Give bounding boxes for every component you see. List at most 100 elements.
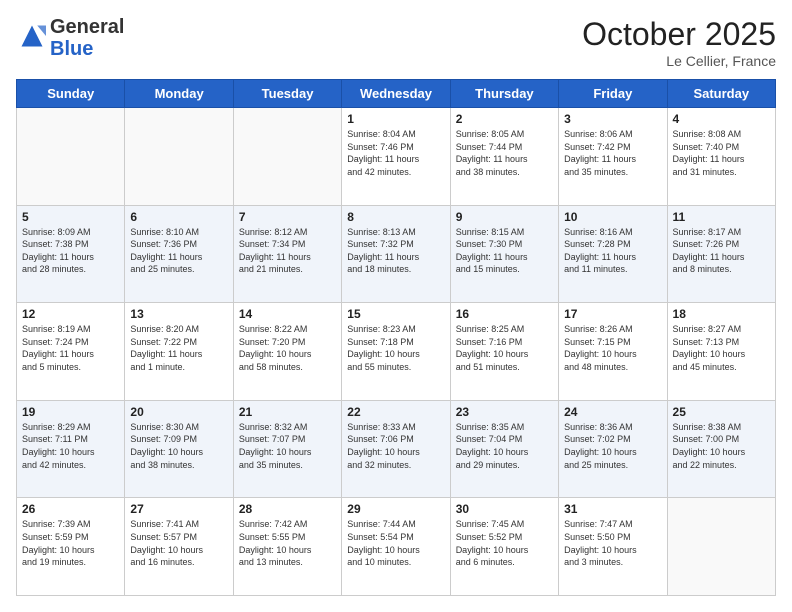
day-info: Sunrise: 7:45 AM Sunset: 5:52 PM Dayligh… (456, 518, 553, 568)
day-cell-1-4: 9 Sunrise: 8:15 AM Sunset: 7:30 PM Daylig… (450, 205, 558, 303)
day-number: 24 (564, 405, 661, 419)
day-cell-1-2: 7 Sunrise: 8:12 AM Sunset: 7:34 PM Daylig… (233, 205, 341, 303)
day-cell-3-3: 22 Sunrise: 8:33 AM Sunset: 7:06 PM Dayli… (342, 400, 450, 498)
day-info: Sunrise: 7:41 AM Sunset: 5:57 PM Dayligh… (130, 518, 227, 568)
day-number: 11 (673, 210, 770, 224)
day-cell-2-2: 14Sunrise: 8:22 AM Sunset: 7:20 PM Dayli… (233, 303, 341, 401)
day-cell-0-2 (233, 108, 341, 206)
day-number: 22 (347, 405, 444, 419)
day-cell-1-0: 5 Sunrise: 8:09 AM Sunset: 7:38 PM Daylig… (17, 205, 125, 303)
header-saturday: Saturday (667, 80, 775, 108)
day-info: Sunrise: 8:35 AM Sunset: 7:04 PM Dayligh… (456, 421, 553, 471)
day-number: 27 (130, 502, 227, 516)
day-number: 13 (130, 307, 227, 321)
day-number: 2 (456, 112, 553, 126)
month-title: October 2025 (582, 16, 776, 53)
logo: General Blue (16, 16, 124, 60)
day-info: Sunrise: 8:23 AM Sunset: 7:18 PM Dayligh… (347, 323, 444, 373)
week-row-3: 19 Sunrise: 8:29 AM Sunset: 7:11 PM Dayli… (17, 400, 776, 498)
day-info: Sunrise: 8:26 AM Sunset: 7:15 PM Dayligh… (564, 323, 661, 373)
day-number: 3 (564, 112, 661, 126)
day-info: Sunrise: 8:10 AM Sunset: 7:36 PM Dayligh… (130, 226, 227, 276)
day-number: 8 (347, 210, 444, 224)
day-number: 26 (22, 502, 119, 516)
day-info: Sunrise: 8:38 AM Sunset: 7:00 PM Dayligh… (673, 421, 770, 471)
day-cell-2-1: 13 Sunrise: 8:20 AM Sunset: 7:22 PM Dayli… (125, 303, 233, 401)
day-info: Sunrise: 7:42 AM Sunset: 5:55 PM Dayligh… (239, 518, 336, 568)
day-info: Sunrise: 8:33 AM Sunset: 7:06 PM Dayligh… (347, 421, 444, 471)
day-info: Sunrise: 8:06 AM Sunset: 7:42 PM Dayligh… (564, 128, 661, 178)
day-number: 17 (564, 307, 661, 321)
day-info: Sunrise: 8:13 AM Sunset: 7:32 PM Dayligh… (347, 226, 444, 276)
header: General Blue October 2025 Le Cellier, Fr… (16, 16, 776, 69)
day-cell-4-6 (667, 498, 775, 596)
day-cell-2-3: 15 Sunrise: 8:23 AM Sunset: 7:18 PM Dayli… (342, 303, 450, 401)
day-number: 1 (347, 112, 444, 126)
day-number: 25 (673, 405, 770, 419)
day-number: 6 (130, 210, 227, 224)
day-info: Sunrise: 7:39 AM Sunset: 5:59 PM Dayligh… (22, 518, 119, 568)
day-cell-0-6: 4 Sunrise: 8:08 AM Sunset: 7:40 PM Daylig… (667, 108, 775, 206)
day-number: 31 (564, 502, 661, 516)
day-number: 16 (456, 307, 553, 321)
calendar-table: Sunday Monday Tuesday Wednesday Thursday… (16, 79, 776, 596)
day-info: Sunrise: 8:05 AM Sunset: 7:44 PM Dayligh… (456, 128, 553, 178)
header-tuesday: Tuesday (233, 80, 341, 108)
day-cell-0-3: 1 Sunrise: 8:04 AM Sunset: 7:46 PM Daylig… (342, 108, 450, 206)
day-number: 5 (22, 210, 119, 224)
day-info: Sunrise: 8:16 AM Sunset: 7:28 PM Dayligh… (564, 226, 661, 276)
day-cell-3-4: 23 Sunrise: 8:35 AM Sunset: 7:04 PM Dayli… (450, 400, 558, 498)
day-cell-3-2: 21Sunrise: 8:32 AM Sunset: 7:07 PM Dayli… (233, 400, 341, 498)
week-row-2: 12 Sunrise: 8:19 AM Sunset: 7:24 PM Dayli… (17, 303, 776, 401)
day-info: Sunrise: 8:36 AM Sunset: 7:02 PM Dayligh… (564, 421, 661, 471)
day-cell-1-6: 11Sunrise: 8:17 AM Sunset: 7:26 PM Dayli… (667, 205, 775, 303)
day-info: Sunrise: 8:15 AM Sunset: 7:30 PM Dayligh… (456, 226, 553, 276)
weekday-header-row: Sunday Monday Tuesday Wednesday Thursday… (17, 80, 776, 108)
day-cell-0-5: 3 Sunrise: 8:06 AM Sunset: 7:42 PM Daylig… (559, 108, 667, 206)
day-info: Sunrise: 8:12 AM Sunset: 7:34 PM Dayligh… (239, 226, 336, 276)
title-section: October 2025 Le Cellier, France (582, 16, 776, 69)
day-number: 19 (22, 405, 119, 419)
day-info: Sunrise: 8:20 AM Sunset: 7:22 PM Dayligh… (130, 323, 227, 373)
day-number: 9 (456, 210, 553, 224)
day-number: 28 (239, 502, 336, 516)
day-cell-0-1 (125, 108, 233, 206)
day-info: Sunrise: 8:22 AM Sunset: 7:20 PM Dayligh… (239, 323, 336, 373)
day-number: 7 (239, 210, 336, 224)
day-info: Sunrise: 7:44 AM Sunset: 5:54 PM Dayligh… (347, 518, 444, 568)
day-cell-3-5: 24 Sunrise: 8:36 AM Sunset: 7:02 PM Dayli… (559, 400, 667, 498)
day-number: 10 (564, 210, 661, 224)
day-cell-4-3: 29 Sunrise: 7:44 AM Sunset: 5:54 PM Dayli… (342, 498, 450, 596)
header-thursday: Thursday (450, 80, 558, 108)
day-info: Sunrise: 8:29 AM Sunset: 7:11 PM Dayligh… (22, 421, 119, 471)
day-number: 4 (673, 112, 770, 126)
day-info: Sunrise: 8:08 AM Sunset: 7:40 PM Dayligh… (673, 128, 770, 178)
day-number: 20 (130, 405, 227, 419)
day-cell-0-4: 2 Sunrise: 8:05 AM Sunset: 7:44 PM Daylig… (450, 108, 558, 206)
day-cell-2-5: 17 Sunrise: 8:26 AM Sunset: 7:15 PM Dayli… (559, 303, 667, 401)
day-info: Sunrise: 8:19 AM Sunset: 7:24 PM Dayligh… (22, 323, 119, 373)
day-cell-2-6: 18Sunrise: 8:27 AM Sunset: 7:13 PM Dayli… (667, 303, 775, 401)
day-number: 23 (456, 405, 553, 419)
logo-blue-text: Blue (50, 38, 93, 60)
week-row-1: 5 Sunrise: 8:09 AM Sunset: 7:38 PM Daylig… (17, 205, 776, 303)
day-cell-3-0: 19 Sunrise: 8:29 AM Sunset: 7:11 PM Dayli… (17, 400, 125, 498)
week-row-4: 26 Sunrise: 7:39 AM Sunset: 5:59 PM Dayli… (17, 498, 776, 596)
page: General Blue October 2025 Le Cellier, Fr… (0, 0, 792, 612)
day-number: 12 (22, 307, 119, 321)
day-info: Sunrise: 8:04 AM Sunset: 7:46 PM Dayligh… (347, 128, 444, 178)
logo-icon (18, 22, 46, 50)
day-number: 30 (456, 502, 553, 516)
day-cell-2-0: 12 Sunrise: 8:19 AM Sunset: 7:24 PM Dayli… (17, 303, 125, 401)
logo-general-text: General (50, 16, 124, 38)
day-number: 29 (347, 502, 444, 516)
day-number: 18 (673, 307, 770, 321)
day-info: Sunrise: 8:30 AM Sunset: 7:09 PM Dayligh… (130, 421, 227, 471)
day-cell-4-5: 31Sunrise: 7:47 AM Sunset: 5:50 PM Dayli… (559, 498, 667, 596)
day-cell-4-1: 27 Sunrise: 7:41 AM Sunset: 5:57 PM Dayli… (125, 498, 233, 596)
day-cell-0-0 (17, 108, 125, 206)
day-info: Sunrise: 8:32 AM Sunset: 7:07 PM Dayligh… (239, 421, 336, 471)
day-cell-2-4: 16Sunrise: 8:25 AM Sunset: 7:16 PM Dayli… (450, 303, 558, 401)
day-info: Sunrise: 8:09 AM Sunset: 7:38 PM Dayligh… (22, 226, 119, 276)
day-number: 15 (347, 307, 444, 321)
